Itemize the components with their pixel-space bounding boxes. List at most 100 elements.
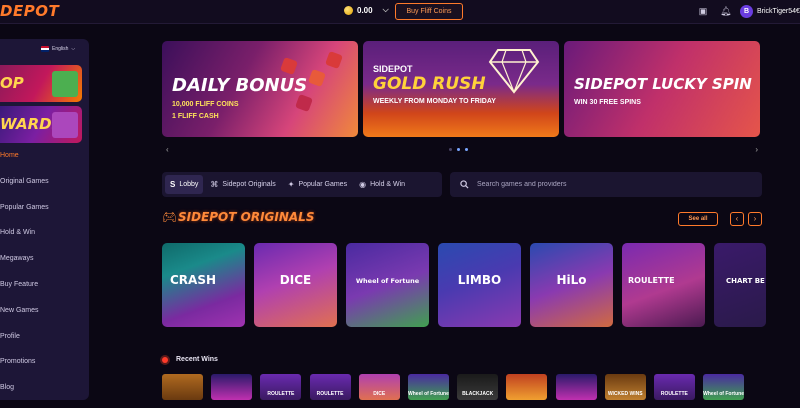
site-logo[interactable]: DEPOT [0,2,59,20]
banner-line1: WIN 30 FREE SPINS [574,99,641,106]
avatar[interactable]: B [740,5,753,18]
banner-gold-rush[interactable]: SIDEPOT GOLD RUSH WEEKLY FROM MONDAY TO … [363,41,559,137]
recent-win-tile[interactable]: Wheel of Fortune [703,374,745,400]
balance-display[interactable]: 0.00 ⌵ [344,5,389,15]
dice-icon [280,57,298,75]
banner-carousel-controls: ‹ › [162,145,762,157]
recent-win-tile[interactable]: WICKED WINS [604,374,646,400]
bell-icon[interactable]: 🔔︎ [720,6,731,16]
coin-icon: ◉ [359,180,367,189]
banner-line1: WEEKLY FROM MONDAY TO FRIDAY [373,98,496,105]
tab-label: Sidepot Originals [222,181,276,188]
game-card-crash[interactable]: CRASH [162,243,245,327]
game-title: CHART BE [726,277,765,285]
sidebar: English ⌵ OP WARDS Home Original Games P… [0,39,89,400]
win-label: ROULETTE [316,391,344,397]
scroll-left-button[interactable]: ‹ [730,212,744,226]
dice-icon [325,51,343,69]
sidebar-item-popular-games[interactable]: Popular Games [0,202,89,228]
sidebar-promo-top[interactable]: OP [0,65,82,102]
banner-line1: 10,000 FLIFF COINS [172,101,239,108]
coin-icon [344,5,353,15]
recent-win-tile[interactable]: DICE [358,374,400,400]
sidebar-item-buy-feature[interactable]: Buy Feature [0,279,89,305]
originals-heading: 🎮︎ SIDEPOT ORIGINALS [162,210,314,224]
sidebar-item-hold-win[interactable]: Hold & Win [0,227,89,253]
gift-icon[interactable]: ▣ [698,6,708,16]
banner-title: GOLD RUSH [373,74,486,94]
balance-value: 0.00 [357,5,373,15]
sidebar-nav: Home Original Games Popular Games Hold &… [0,150,89,408]
carousel-dot[interactable] [449,148,452,151]
chevron-left-icon[interactable]: ‹ [166,145,169,154]
game-card-limbo[interactable]: LIMBO [438,243,521,327]
banner-title: SIDEPOT LUCKY SPIN [574,75,752,93]
sidebar-item-promotions[interactable]: Promotions [0,356,89,382]
game-title: HiLo [556,273,587,287]
sidebar-item-profile[interactable]: Profile [0,331,89,357]
carousel-dot[interactable] [465,148,468,151]
sidebar-promo-rewards[interactable]: WARDS [0,106,82,143]
recent-win-tile[interactable]: ROULETTE [653,374,695,400]
game-title: CRASH [170,273,217,287]
uk-flag-icon [41,46,49,52]
gamepad-icon: 🎮︎ [162,210,178,224]
language-selector[interactable]: English ⌵ [41,46,75,52]
gift-box-icon [52,71,78,97]
tab-sidepot-originals[interactable]: ⌘ Sidepot Originals [205,175,280,194]
tab-lobby[interactable]: S Lobby [165,175,204,194]
buy-coins-button[interactable]: Buy Fliff Coins [395,3,463,20]
chevron-right-icon[interactable]: › [755,145,758,154]
sidebar-item-new-games[interactable]: New Games [0,305,89,331]
search-bar[interactable] [450,172,762,197]
promo-text: OP [0,74,24,92]
section-title: Recent Wins [176,356,218,363]
banner-pre: SIDEPOT [373,64,413,74]
game-card-chart-bet[interactable]: CHART BE [714,243,766,327]
game-card-dice[interactable]: DICE [254,243,337,327]
see-all-button[interactable]: See all [678,212,718,226]
username[interactable]: BrickTiger54€ [757,8,800,15]
tab-label: Popular Games [298,181,348,188]
recent-win-tile[interactable]: Wheel of Fortune [407,374,449,400]
carousel-dot[interactable] [457,148,460,151]
win-label: BLACKJACK [462,391,494,397]
diamond-icon [488,49,540,94]
recent-win-tile[interactable] [506,374,548,400]
banner-line2: 1 FLIFF CASH [172,113,219,120]
banner-daily-bonus[interactable]: DAILY BONUS 10,000 FLIFF COINS 1 FLIFF C… [162,41,358,137]
recent-win-tile[interactable] [555,374,597,400]
user-menu[interactable]: B BrickTiger54€ [740,5,800,18]
top-bar: DEPOT 0.00 ⌵ Buy Fliff Coins ▣ 🔔︎ B Bric… [0,0,800,24]
dice-icon [308,69,326,87]
star-icon: ✦ [287,180,295,189]
recent-win-tile[interactable]: BLACKJACK [457,374,499,400]
recent-win-tile[interactable] [162,374,203,400]
originals-games: CRASH DICE Wheel of Fortune LIMBO HiLo R… [162,243,766,327]
game-card-roulette[interactable]: ROULETTE [622,243,705,327]
game-card-hilo[interactable]: HiLo [530,243,613,327]
game-card-wheel-of-fortune[interactable]: Wheel of Fortune [346,243,429,327]
section-title: SIDEPOT ORIGINALS [178,210,315,224]
tab-hold-win[interactable]: ◉ Hold & Win [354,175,410,194]
recent-win-tile[interactable]: ROULETTE [260,374,302,400]
tab-label: Lobby [179,181,199,188]
sidebar-item-megaways[interactable]: Megaways [0,253,89,279]
sidebar-item-original-games[interactable]: Original Games [0,176,89,202]
search-input[interactable] [477,181,737,188]
tab-popular-games[interactable]: ✦ Popular Games [283,175,352,194]
game-title: DICE [279,273,312,287]
tab-label: Hold & Win [370,181,406,188]
win-label: Wheel of Fortune [703,391,744,397]
sidebar-item-home[interactable]: Home [0,150,89,176]
chevron-down-icon[interactable]: ⌵ [383,5,389,15]
win-label: ROULETTE [267,391,295,397]
recent-win-tile[interactable] [211,374,253,400]
gamepad-icon: ⌘ [210,180,219,189]
recent-win-tile[interactable]: ROULETTE [309,374,351,400]
sidebar-item-blog[interactable]: Blog [0,382,89,408]
banner-lucky-spin[interactable]: SIDEPOT LUCKY SPIN WIN 30 FREE SPINS [564,41,760,137]
win-label: WICKED WINS [607,391,643,397]
scroll-right-button[interactable]: › [748,212,762,226]
promo-banners: DAILY BONUS 10,000 FLIFF COINS 1 FLIFF C… [162,41,760,137]
